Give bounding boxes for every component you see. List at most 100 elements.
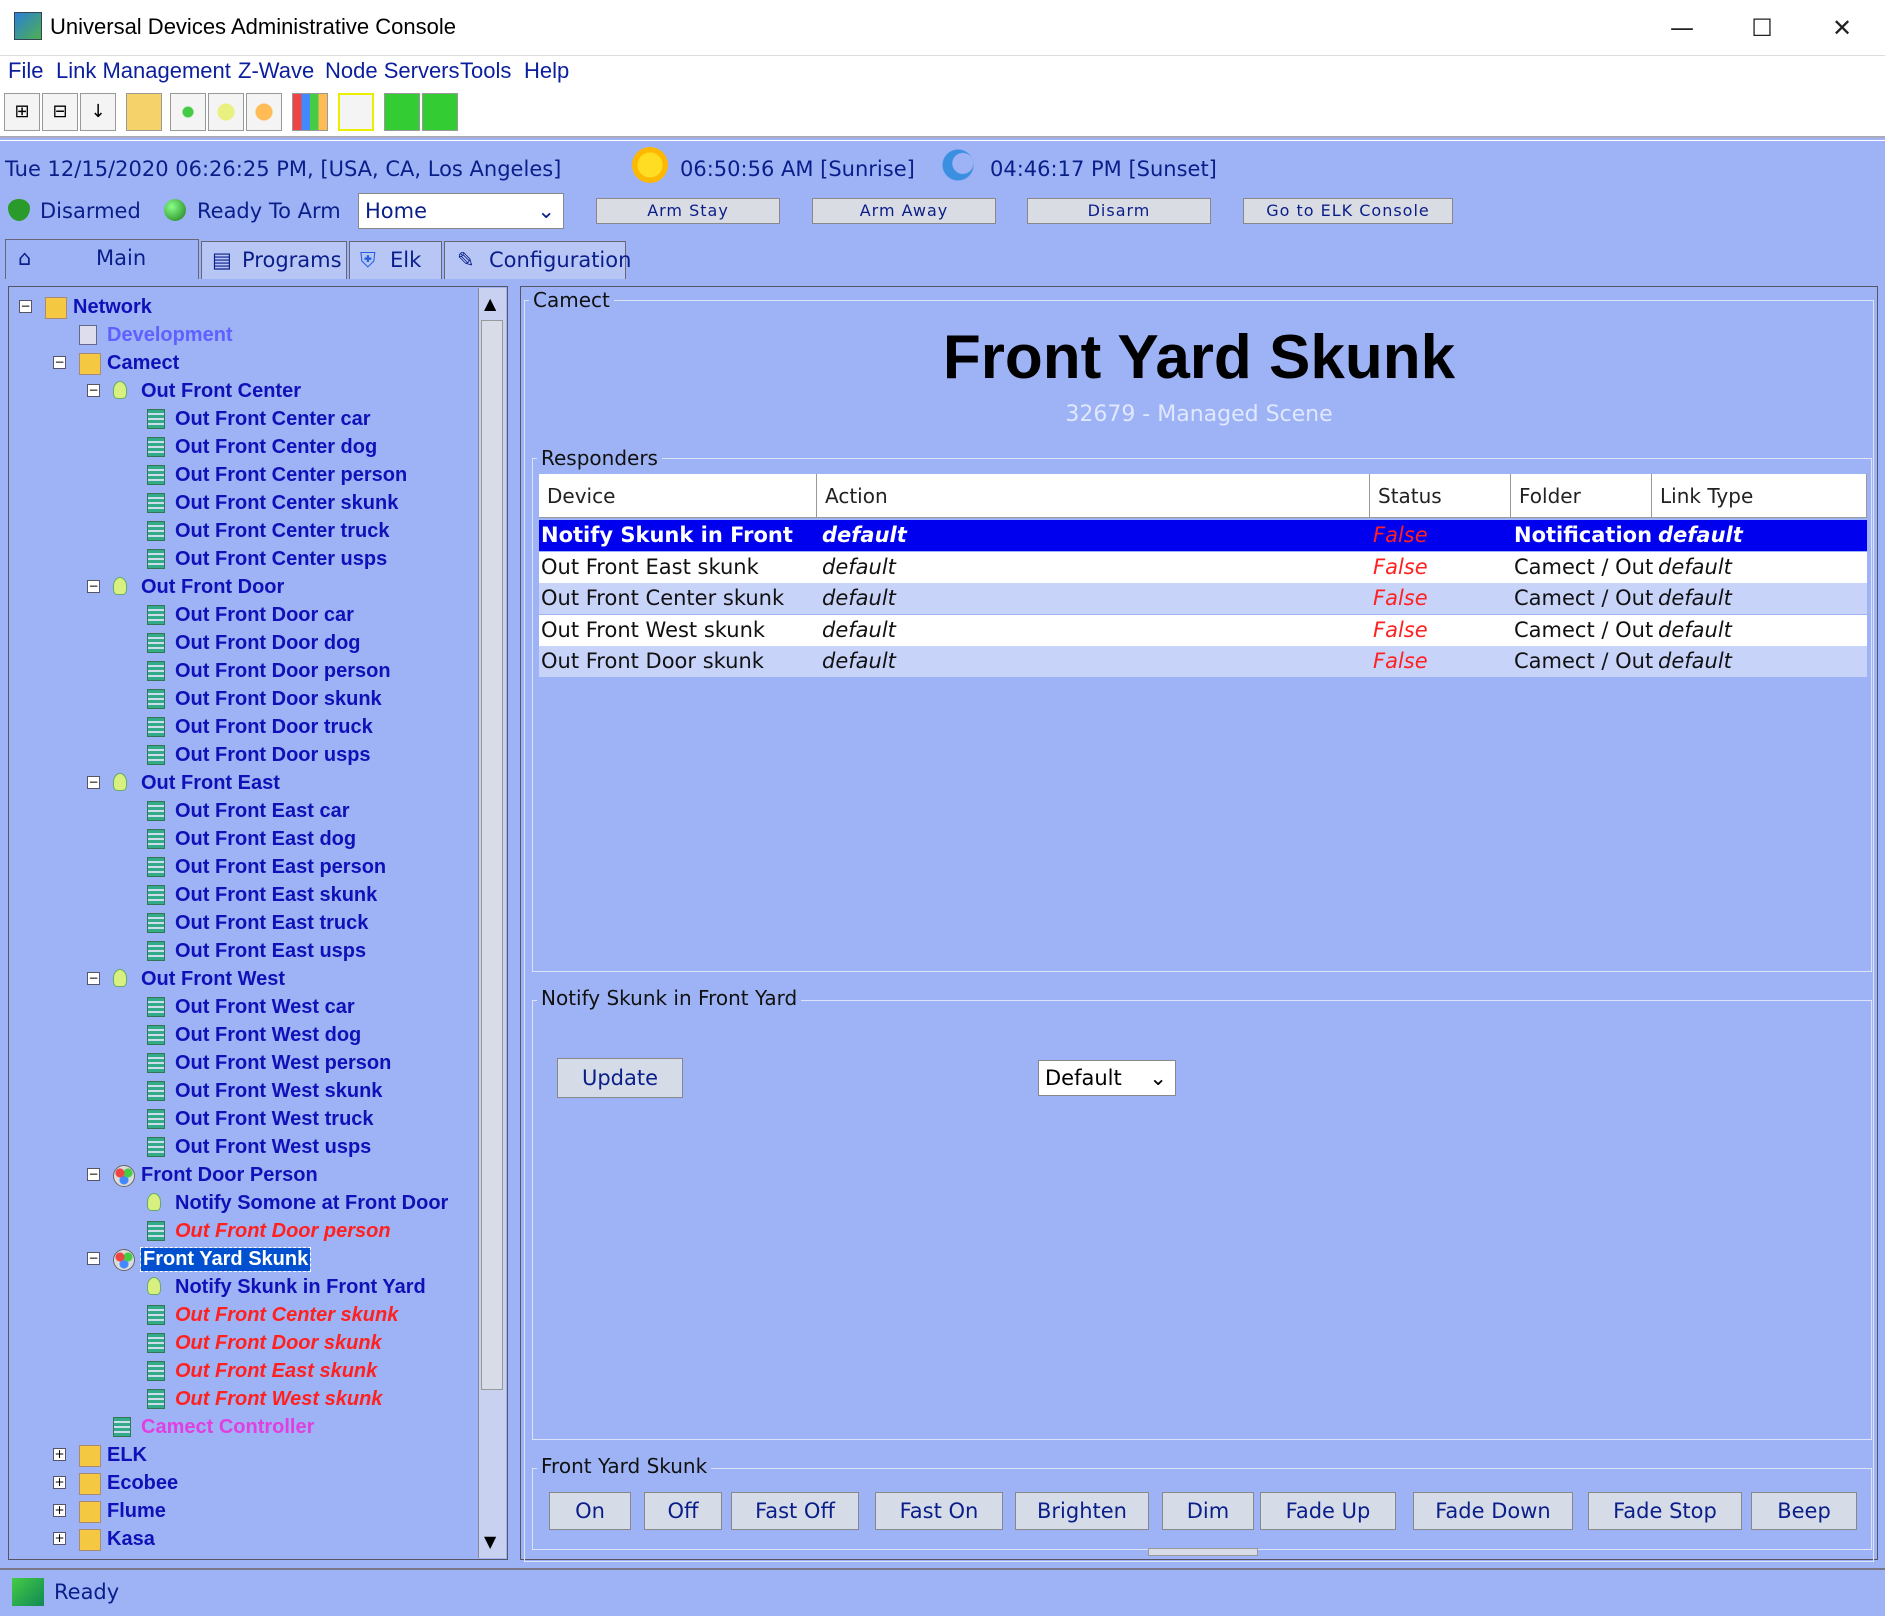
collapse-toggle[interactable]: − [53,356,66,369]
table-row[interactable]: Out Front Center skunk default False Camect… [539,583,1867,614]
tree-node[interactable]: Out Front East truck [175,912,368,935]
control-dim-button[interactable]: Dim [1162,1492,1254,1530]
tree-node[interactable]: Out Front Center truck [175,520,389,543]
expand-toggle[interactable]: + [53,1448,66,1461]
collapse-toggle[interactable]: − [87,776,100,789]
tree-node[interactable]: Out Front Door usps [175,744,371,767]
tree-node[interactable]: Out Front West [141,968,285,991]
tab-elk[interactable]: ⛨ Elk [349,241,442,279]
table-row[interactable]: Out Front West skunk default False Camect /… [539,614,1867,646]
tree-node[interactable]: Out Front Center car [175,408,371,431]
tree-node[interactable]: Out Front East dog [175,828,356,851]
tree-node[interactable]: Out Front Door skunk [175,1332,382,1355]
elk-console-button[interactable]: Go to ELK Console [1243,198,1453,224]
table-row[interactable]: Out Front East skunk default False Camect /… [539,551,1867,583]
tree-node[interactable]: Out Front Center skunk [175,492,398,515]
control-beep-button[interactable]: Beep [1751,1492,1857,1530]
tree-node[interactable]: Out Front East car [175,800,349,823]
scroll-up-icon[interactable]: ▲ [484,294,496,313]
tree-node[interactable]: Out Front East person [175,856,386,879]
control-fast-on-button[interactable]: Fast On [875,1492,1003,1530]
control-on-button[interactable]: On [549,1492,631,1530]
control-fade-up-button[interactable]: Fade Up [1260,1492,1396,1530]
menu-tools[interactable]: Tools [460,58,511,84]
tab-main[interactable]: ⌂ Main [5,239,199,279]
tree-node[interactable]: Camect Controller [141,1416,314,1439]
scroll-down-icon[interactable]: ▼ [484,1532,496,1551]
tree-node[interactable]: Out Front East usps [175,940,366,963]
menu-help[interactable]: Help [524,58,569,84]
menu-link-management[interactable]: Link Management [56,58,231,84]
blank-icon[interactable] [338,93,374,131]
collapse-toggle[interactable]: − [87,580,100,593]
tree-node[interactable]: Out Front Door person [175,660,391,683]
tree-node[interactable]: Out Front West skunk [175,1388,382,1411]
maximize-button[interactable]: ☐ [1732,6,1792,50]
expand-toggle[interactable]: + [53,1476,66,1489]
tab-configuration[interactable]: ✎ Configuration [444,241,631,279]
tree-node[interactable]: Out Front Door [141,576,284,599]
menu-z-wave[interactable]: Z-Wave [238,58,314,84]
binary-icon[interactable] [384,93,420,131]
tree-node[interactable]: Out Front Center [141,380,301,403]
update-button[interactable]: Update [557,1058,683,1098]
expand-toggle[interactable]: + [53,1504,66,1517]
tree-node[interactable]: Out Front West truck [175,1108,374,1131]
control-fast-off-button[interactable]: Fast Off [731,1492,859,1530]
tree-node[interactable]: Notify Skunk in Front Yard [175,1276,426,1299]
tree-node[interactable]: Out Front West person [175,1052,391,1075]
default-select[interactable]: Default ⌄ [1038,1060,1176,1096]
tree-node[interactable]: Out Front Door skunk [175,688,382,711]
tab-programs[interactable]: ▤ Programs [201,241,347,279]
bulb-icon[interactable] [208,93,244,131]
close-button[interactable]: ✕ [1812,6,1872,50]
col-action[interactable]: Action [817,474,1370,518]
arm-away-button[interactable]: Arm Away [812,198,996,224]
collapse-toggle[interactable]: − [87,1252,100,1265]
splitter-handle[interactable] [1148,1548,1258,1556]
expand-toggle[interactable]: + [53,1532,66,1545]
arm-stay-button[interactable]: Arm Stay [596,198,780,224]
tree-node[interactable]: Front Door Person [141,1164,318,1187]
tree-scrollbar-thumb[interactable] [481,320,503,1390]
col-folder[interactable]: Folder [1511,474,1652,518]
tree-node[interactable]: Out Front West usps [175,1136,371,1159]
tree-node[interactable]: Out Front Center person [175,464,407,487]
control-off-button[interactable]: Off [644,1492,722,1530]
scene-icon[interactable] [170,93,206,131]
table-row[interactable]: Out Front Door skunk default False Camect /… [539,646,1867,677]
collapse-toggle[interactable]: − [87,384,100,397]
tree-node[interactable]: Out Front Door truck [175,716,373,739]
tree-node[interactable]: Notify Somone at Front Door [175,1192,448,1215]
tree-node[interactable]: Development [107,324,233,347]
collapse-toggle[interactable]: − [19,300,32,313]
control-fade-stop-button[interactable]: Fade Stop [1588,1492,1742,1530]
tree-node[interactable]: Out Front Center usps [175,548,387,571]
mode-select[interactable]: Home ⌄ [358,193,564,229]
tree-node[interactable]: Camect [107,352,179,375]
tree-node[interactable]: Out Front Door dog [175,632,361,655]
tree-node[interactable]: Network [73,296,152,319]
tree-node[interactable]: Flume [107,1500,166,1523]
menu-file[interactable]: File [8,58,43,84]
tree-node[interactable]: Out Front Center dog [175,436,377,459]
tree-node[interactable]: Out Front East [141,772,280,795]
refresh-icon[interactable] [246,93,282,131]
col-status[interactable]: Status [1370,474,1511,518]
col-device[interactable]: Device [539,474,817,518]
tree-node[interactable]: Out Front Center skunk [175,1304,398,1327]
tree-node[interactable]: Kasa [107,1528,155,1551]
control-brighten-button[interactable]: Brighten [1015,1492,1149,1530]
collapse-toggle[interactable]: − [87,972,100,985]
tree-node[interactable]: Out Front East skunk [175,884,377,907]
folder-icon[interactable] [126,93,162,131]
tree-node[interactable]: Front Yard Skunk [139,1247,312,1272]
table-row[interactable]: Notify Skunk in Front default False Notific… [539,520,1867,551]
tree-node[interactable]: Out Front West skunk [175,1080,382,1103]
chart-icon[interactable] [292,93,328,131]
expand-all-icon[interactable]: ⊞ [4,93,40,131]
col-link-type[interactable]: Link Type [1652,474,1867,518]
tree-node[interactable]: Out Front Door person [175,1220,391,1243]
tree-node[interactable]: Out Front East skunk [175,1360,377,1383]
tree-node[interactable]: Out Front Door car [175,604,354,627]
